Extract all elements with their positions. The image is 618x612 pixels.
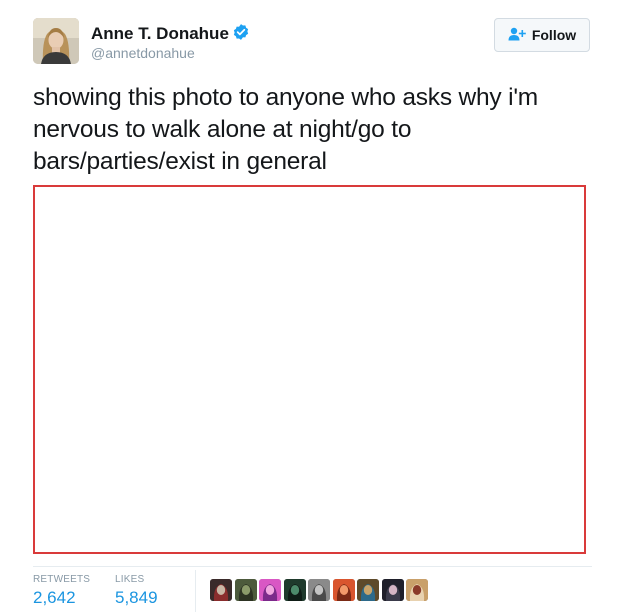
liker-avatar[interactable] xyxy=(308,579,330,601)
likes-label: LIKES xyxy=(115,574,145,585)
liker-avatar[interactable] xyxy=(357,579,379,601)
author-handle[interactable]: @annetdonahue xyxy=(91,45,195,61)
tweet-card: Anne T. Donahue @annetdonahue Follow sho… xyxy=(0,0,618,612)
liker-avatar[interactable] xyxy=(234,579,257,601)
likes-stat[interactable]: LIKES 5,849 xyxy=(115,574,158,608)
retweets-count: 2,642 xyxy=(33,588,76,607)
liker-avatar[interactable] xyxy=(381,579,404,601)
tweet-media[interactable] xyxy=(33,185,586,554)
retweets-label: RETWEETS xyxy=(33,574,91,585)
liker-avatar[interactable] xyxy=(332,579,355,601)
retweets-stat[interactable]: RETWEETS 2,642 xyxy=(33,574,90,608)
stats-separator xyxy=(195,570,196,612)
follow-button[interactable]: Follow xyxy=(494,18,590,52)
author-name-text[interactable]: Anne T. Donahue xyxy=(91,24,229,43)
liker-avatar[interactable] xyxy=(259,579,281,601)
liker-avatar[interactable] xyxy=(210,579,232,601)
author-avatar[interactable] xyxy=(33,18,79,64)
stats-divider xyxy=(33,566,592,567)
tweet-text: showing this photo to anyone who asks wh… xyxy=(33,84,539,175)
likes-count: 5,849 xyxy=(115,588,158,607)
follow-button-label: Follow xyxy=(531,27,577,43)
liker-avatar[interactable] xyxy=(406,579,428,601)
add-person-icon xyxy=(508,27,526,44)
likers-avatar-list xyxy=(210,579,428,601)
author-name[interactable]: Anne T. Donahue xyxy=(91,23,250,46)
liker-avatar[interactable] xyxy=(283,579,306,601)
verified-badge-icon xyxy=(232,23,250,46)
